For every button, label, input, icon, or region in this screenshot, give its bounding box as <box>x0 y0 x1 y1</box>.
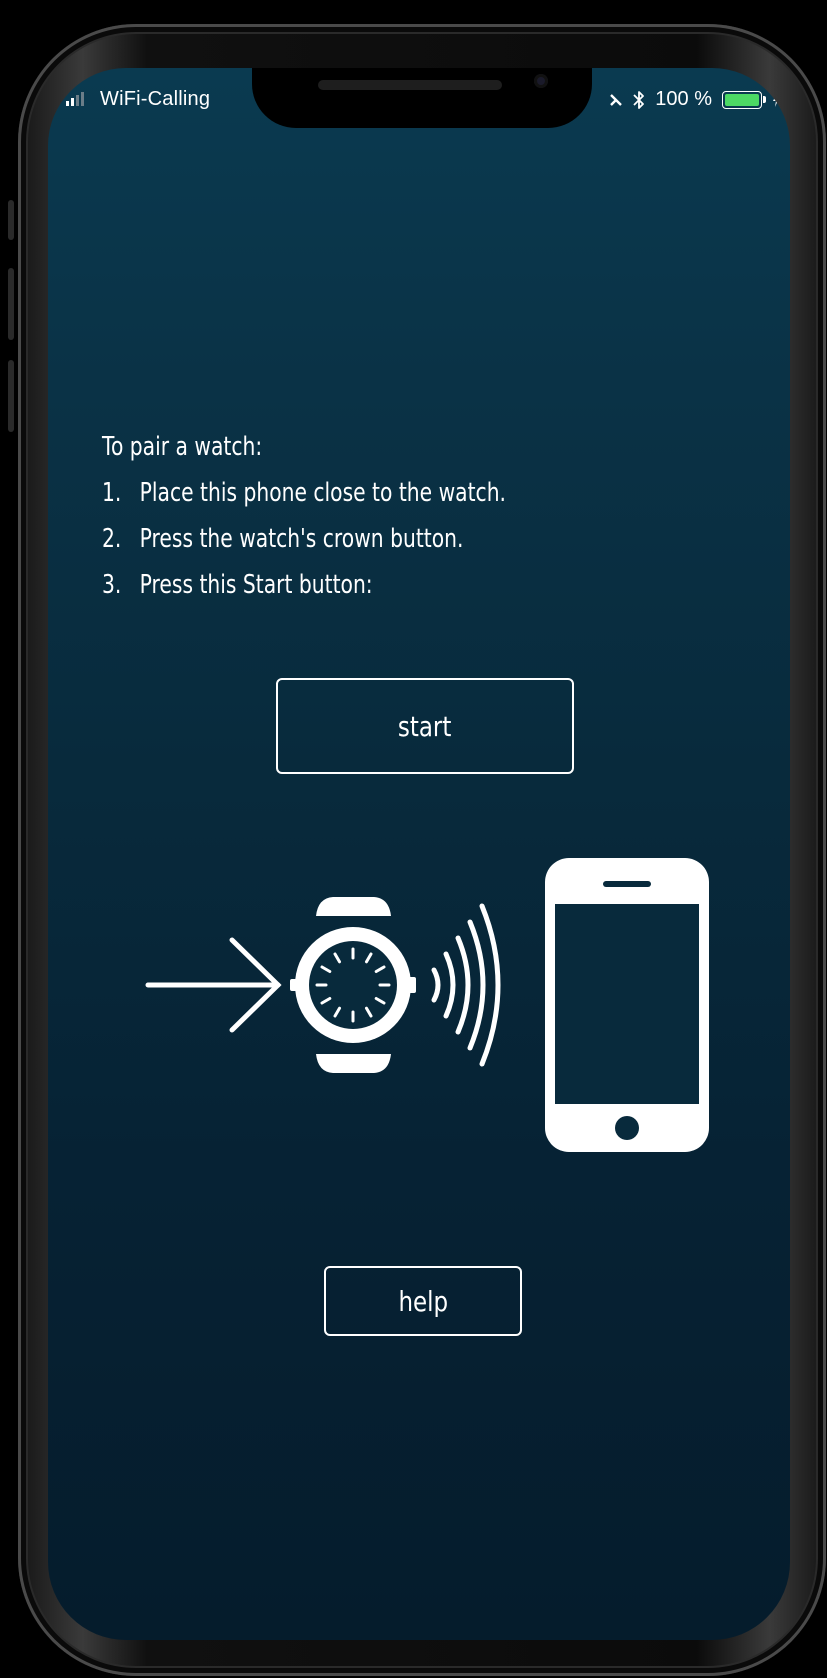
charging-icon <box>773 92 779 107</box>
help-button-label: help <box>398 1284 448 1318</box>
battery-percent: 100 % <box>655 88 712 110</box>
front-camera <box>534 74 548 88</box>
smartphone-icon <box>545 858 709 1152</box>
bluetooth-icon <box>633 90 645 109</box>
volume-up-button <box>8 268 14 340</box>
step-text: Press this Start button: <box>139 570 373 600</box>
start-button[interactable]: start <box>276 678 574 774</box>
step-number: 1. <box>102 478 122 508</box>
instruction-step-2: 2. Press the watch's crown button. <box>102 516 664 562</box>
instruction-step-1: 1. Place this phone close to the watch. <box>102 470 664 516</box>
step-text: Press the watch's crown button. <box>139 524 464 554</box>
pairing-illustration <box>145 858 709 1152</box>
start-button-label: start <box>398 709 452 743</box>
alarm-icon <box>610 93 623 106</box>
step-number: 2. <box>102 524 122 554</box>
volume-down-button <box>8 360 14 432</box>
pairing-instructions: To pair a watch: 1. Place this phone clo… <box>102 424 664 608</box>
instructions-intro: To pair a watch: <box>102 432 263 462</box>
step-number: 3. <box>102 570 122 600</box>
watch-icon <box>290 897 416 1073</box>
instruction-step-3: 3. Press this Start button: <box>102 562 664 608</box>
signal-waves-icon <box>431 903 501 1067</box>
status-right: 100 % <box>609 88 780 111</box>
speaker-grille <box>318 80 502 90</box>
screen: WiFi-Calling 100 % To pair a watch: 1. P… <box>48 68 790 1640</box>
step-text: Place this phone close to the watch. <box>139 478 507 508</box>
arrow-right-icon <box>145 937 282 1033</box>
battery-icon <box>722 90 766 109</box>
help-button[interactable]: help <box>324 1266 522 1336</box>
carrier-label: WiFi-Calling <box>100 88 211 110</box>
mute-switch <box>8 200 14 240</box>
signal-icon <box>66 92 84 106</box>
